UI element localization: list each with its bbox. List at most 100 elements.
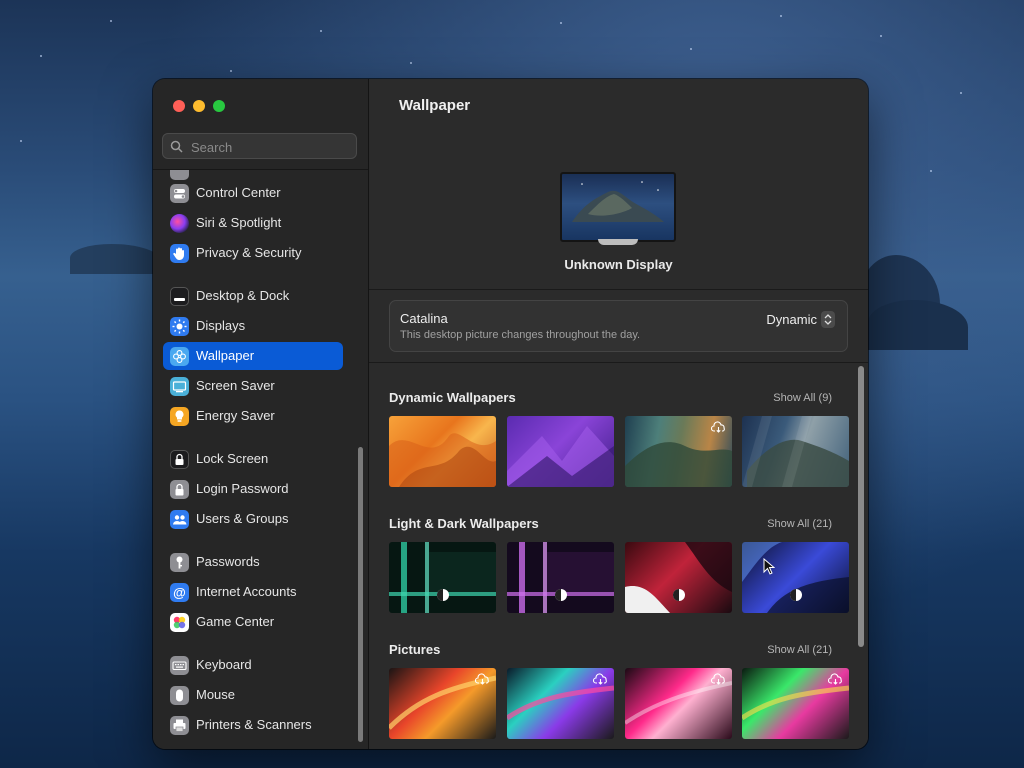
section-title-dynamic: Dynamic Wallpapers bbox=[389, 390, 516, 405]
sidebar-item-displays[interactable]: Displays bbox=[163, 312, 343, 340]
key-icon bbox=[170, 553, 189, 572]
wallpaper-thumbnail-big-sur-coast[interactable] bbox=[625, 416, 732, 487]
minimize-button[interactable] bbox=[193, 100, 205, 112]
main-panel: Wallpaper Unknown Display Catalina This … bbox=[369, 79, 868, 749]
wallpaper-thumbnail-abstract-green[interactable] bbox=[742, 668, 849, 739]
divider bbox=[369, 362, 868, 363]
sidebar-item-label: Control Center bbox=[196, 185, 281, 200]
sidebar-item-siri-spotlight[interactable]: Siri & Spotlight bbox=[163, 209, 343, 237]
wallpaper-thumbnail-abstract-pink[interactable] bbox=[625, 668, 732, 739]
lock-icon bbox=[170, 450, 189, 469]
display-preview-stand bbox=[598, 239, 638, 245]
sidebar-item-desktop-dock[interactable]: Desktop & Dock bbox=[163, 282, 343, 310]
wallpaper-thumbnail-abstract-orange[interactable] bbox=[389, 668, 496, 739]
wallpaper-thumbnail-macos-red[interactable] bbox=[625, 542, 732, 613]
control-center-icon bbox=[170, 184, 189, 203]
search-field[interactable] bbox=[162, 133, 357, 159]
chevron-up-down-icon bbox=[821, 311, 835, 328]
sidebar-scrollbar[interactable] bbox=[358, 447, 363, 742]
printer-icon bbox=[170, 716, 189, 735]
divider bbox=[369, 289, 868, 290]
game-center-icon bbox=[170, 613, 189, 632]
sidebar-item-passwords[interactable]: Passwords bbox=[163, 548, 343, 576]
display-preview bbox=[558, 170, 678, 245]
sidebar-item-label: Keyboard bbox=[196, 657, 252, 672]
sidebar-item-label: Internet Accounts bbox=[196, 584, 297, 599]
light-dark-icon bbox=[789, 588, 803, 602]
sidebar-item-label: Privacy & Security bbox=[196, 245, 302, 260]
system-settings-window: Control Center Siri & Spotlight Privacy … bbox=[153, 79, 868, 749]
display-name: Unknown Display bbox=[564, 257, 673, 272]
hand-icon bbox=[170, 244, 189, 263]
sidebar-item-keyboard[interactable]: Keyboard bbox=[163, 651, 343, 679]
sidebar-item-internet-accounts[interactable]: @ Internet Accounts bbox=[163, 578, 343, 606]
section-title-light-dark: Light & Dark Wallpapers bbox=[389, 516, 539, 531]
sidebar-item-label: Mouse bbox=[196, 687, 236, 702]
appearance-mode-popup[interactable]: Dynamic bbox=[766, 311, 835, 329]
sidebar-item-printers-scanners[interactable]: Printers & Scanners bbox=[163, 711, 343, 739]
padlock-icon bbox=[170, 480, 189, 499]
light-dark-icon bbox=[436, 588, 450, 602]
light-dark-icon bbox=[672, 588, 686, 602]
current-wallpaper-name: Catalina bbox=[400, 311, 448, 326]
sidebar-item-screen-saver[interactable]: Screen Saver bbox=[163, 372, 343, 400]
wallpaper-thumbnail-macbook-purple[interactable] bbox=[507, 542, 614, 613]
search-icon bbox=[170, 140, 183, 153]
wallpaper-thumbnail-macbook-green[interactable] bbox=[389, 542, 496, 613]
screen-saver-icon bbox=[170, 377, 189, 396]
at-icon: @ bbox=[170, 583, 189, 602]
sidebar: Control Center Siri & Spotlight Privacy … bbox=[153, 79, 369, 749]
bulb-icon bbox=[170, 407, 189, 426]
sun-icon bbox=[170, 317, 189, 336]
search-input[interactable] bbox=[189, 137, 353, 157]
sidebar-item-label: Siri & Spotlight bbox=[196, 215, 282, 230]
wallpaper-thumbnail-ventura-purple[interactable] bbox=[507, 416, 614, 487]
sidebar-item-login-password[interactable]: Login Password bbox=[163, 475, 343, 503]
show-all-pictures-button[interactable]: Show All (21) bbox=[767, 644, 832, 656]
sidebar-item-energy-saver[interactable]: Energy Saver bbox=[163, 402, 343, 430]
dock-icon bbox=[170, 287, 189, 306]
users-icon bbox=[170, 510, 189, 529]
current-wallpaper-card: Catalina This desktop picture changes th… bbox=[389, 300, 848, 352]
flower-icon bbox=[170, 347, 189, 366]
wallpaper-thumbnail-abstract-teal[interactable] bbox=[507, 668, 614, 739]
section-title-pictures: Pictures bbox=[389, 642, 441, 657]
download-icon bbox=[710, 672, 727, 690]
close-button[interactable] bbox=[173, 100, 185, 112]
siri-icon bbox=[170, 214, 189, 233]
sidebar-item-label: Screen Saver bbox=[196, 378, 275, 393]
sidebar-item-game-center[interactable]: Game Center bbox=[163, 608, 343, 636]
sidebar-item-mouse[interactable]: Mouse bbox=[163, 681, 343, 709]
sidebar-list[interactable]: Control Center Siri & Spotlight Privacy … bbox=[153, 170, 368, 749]
wallpaper-thumbnail-ventura-orange[interactable] bbox=[389, 416, 496, 487]
sidebar-item-label: Users & Groups bbox=[196, 511, 289, 526]
wallpaper-thumbnail-macos-blue[interactable] bbox=[742, 542, 849, 613]
sidebar-item-label: Lock Screen bbox=[196, 451, 269, 466]
sidebar-item-label: Login Password bbox=[196, 481, 289, 496]
sidebar-item-label: Printers & Scanners bbox=[196, 717, 312, 732]
download-icon bbox=[710, 420, 727, 438]
zoom-button[interactable] bbox=[213, 100, 225, 112]
sidebar-item-label: Energy Saver bbox=[196, 408, 275, 423]
sidebar-item-wallpaper[interactable]: Wallpaper bbox=[163, 342, 343, 370]
display-preview-screen bbox=[560, 172, 676, 242]
sidebar-item-label: Displays bbox=[196, 318, 246, 333]
light-dark-icon bbox=[554, 588, 568, 602]
mouse-icon bbox=[170, 686, 189, 705]
appearance-mode-value: Dynamic bbox=[766, 312, 817, 327]
mouse-pointer-icon bbox=[763, 558, 775, 575]
download-icon bbox=[592, 672, 609, 690]
download-icon bbox=[474, 672, 491, 690]
current-wallpaper-description: This desktop picture changes throughout … bbox=[400, 329, 641, 341]
wallpaper-thumbnail-catalina[interactable] bbox=[742, 416, 849, 487]
sidebar-item-label: Wallpaper bbox=[196, 348, 255, 363]
show-all-dynamic-button[interactable]: Show All (9) bbox=[773, 392, 832, 404]
page-title: Wallpaper bbox=[399, 97, 471, 114]
sidebar-item-control-center[interactable]: Control Center bbox=[163, 179, 343, 207]
sidebar-item-privacy-security[interactable]: Privacy & Security bbox=[163, 239, 343, 267]
sidebar-item-users-groups[interactable]: Users & Groups bbox=[163, 505, 343, 533]
main-scrollbar[interactable] bbox=[858, 366, 864, 647]
download-icon bbox=[827, 672, 844, 690]
sidebar-item-lock-screen[interactable]: Lock Screen bbox=[163, 445, 343, 473]
show-all-light-dark-button[interactable]: Show All (21) bbox=[767, 518, 832, 530]
